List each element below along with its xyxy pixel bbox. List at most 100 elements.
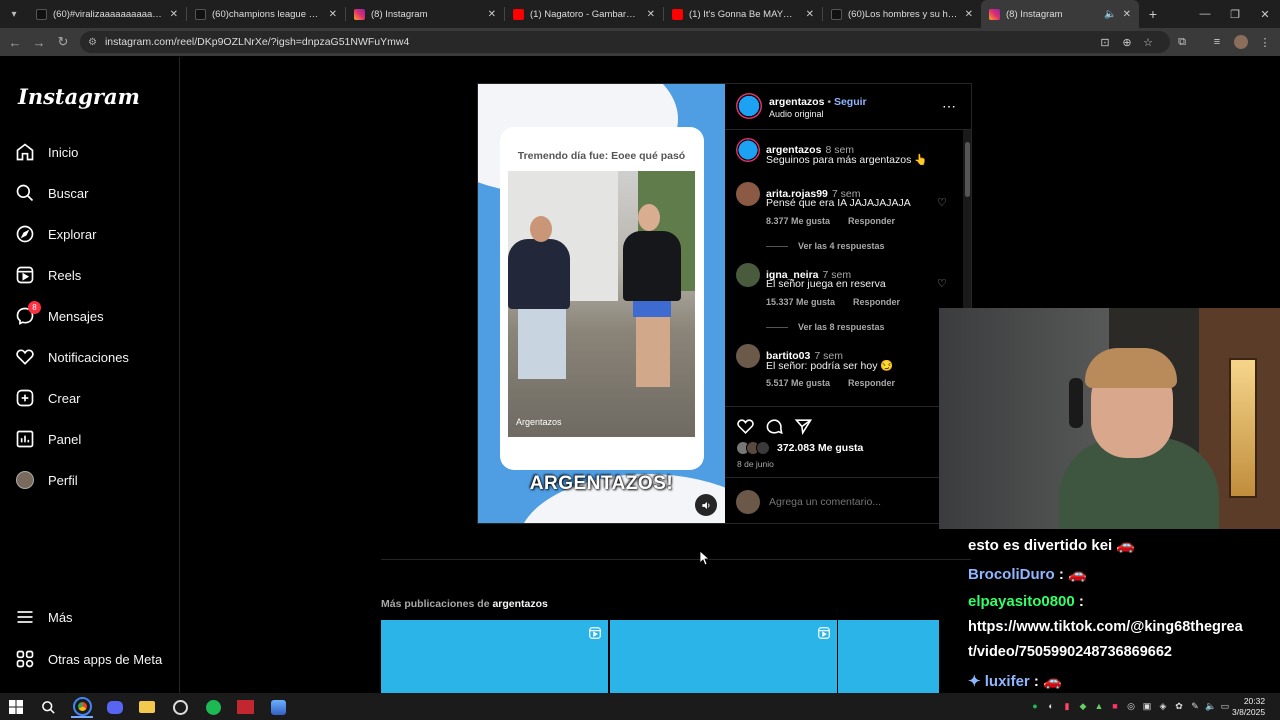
more-post-thumbnail[interactable] xyxy=(381,620,608,693)
sidebar-item-buscar[interactable]: Buscar xyxy=(14,176,174,210)
likers-avatars[interactable] xyxy=(736,441,774,455)
app-taskbar-icon[interactable] xyxy=(267,696,289,718)
media-controls-icon[interactable]: ≡ xyxy=(1208,33,1226,51)
view-replies-button[interactable]: Ver las 4 respuestas xyxy=(766,241,885,251)
reload-icon[interactable]: ↻ xyxy=(51,30,75,54)
profile-avatar[interactable] xyxy=(1232,33,1250,51)
more-post-thumbnail[interactable] xyxy=(838,620,939,693)
browser-tab[interactable]: (60)#viralizaaaaaaaaaaaaaaaaaaaa ✕ xyxy=(28,0,186,28)
sidebar-item-explorar[interactable]: Explorar xyxy=(14,217,174,251)
chrome-taskbar-icon[interactable] xyxy=(71,696,93,718)
tray-icon[interactable]: ✎ xyxy=(1188,699,1202,713)
more-posts-author[interactable]: argentazos xyxy=(492,598,547,610)
author-avatar[interactable] xyxy=(736,138,760,162)
mute-tab-icon[interactable]: 🔈 xyxy=(1104,9,1116,20)
comment-button[interactable] xyxy=(765,417,784,441)
reply-button[interactable]: Responder xyxy=(853,297,900,307)
close-tab-icon[interactable]: ✕ xyxy=(1123,9,1131,20)
tray-icon[interactable]: ▮ xyxy=(1060,699,1074,713)
share-button[interactable] xyxy=(794,417,813,441)
audio-label[interactable]: Audio original xyxy=(769,109,824,119)
browser-tab-active[interactable]: (8) Instagram 🔈 ✕ xyxy=(981,0,1139,28)
video-app-taskbar-icon[interactable] xyxy=(234,696,256,718)
tray-icon[interactable]: ▲ xyxy=(1092,699,1106,713)
sidebar-item-panel[interactable]: Panel xyxy=(14,422,174,456)
browser-tab[interactable]: (8) Instagram ✕ xyxy=(346,0,504,28)
forward-icon[interactable]: → xyxy=(27,30,51,54)
comment-likes[interactable]: 8.377 Me gusta xyxy=(766,216,830,226)
sidebar-item-reels[interactable]: Reels xyxy=(14,258,174,292)
taskbar-search-icon[interactable] xyxy=(37,696,59,718)
close-tab-icon[interactable]: ✕ xyxy=(965,9,973,20)
new-tab-button[interactable]: + xyxy=(1139,6,1167,22)
sidebar-item-crear[interactable]: Crear xyxy=(14,381,174,415)
follow-button[interactable]: Seguir xyxy=(834,96,867,108)
like-comment-icon[interactable]: ♡ xyxy=(937,277,947,290)
commenter-avatar[interactable] xyxy=(736,344,760,368)
windows-start-icon[interactable] xyxy=(5,696,27,718)
sidebar-item-notificaciones[interactable]: Notificaciones xyxy=(14,340,174,374)
chat-text: https://www.tiktok.com/@king68thegrea xyxy=(968,619,1243,635)
spotify-taskbar-icon[interactable] xyxy=(202,696,224,718)
browser-tab[interactable]: (60)champions league versus b ✕ xyxy=(187,0,345,28)
discord-taskbar-icon[interactable] xyxy=(104,696,126,718)
comment-likes[interactable]: 15.337 Me gusta xyxy=(766,297,835,307)
tray-icon[interactable]: ◈ xyxy=(1156,699,1170,713)
spotify-tray-icon[interactable]: ● xyxy=(1028,699,1042,713)
reel-video[interactable]: Tremendo día fue: Eoee qué pasó Argentaz… xyxy=(478,84,725,523)
reply-button[interactable]: Responder xyxy=(848,378,895,388)
sidebar-item-mensajes[interactable]: 8 Mensajes xyxy=(14,299,174,333)
close-window-icon[interactable]: ✕ xyxy=(1250,0,1280,28)
browser-tab[interactable]: (1) Nagatoro - Gambare Gamba ✕ xyxy=(505,0,663,28)
close-tab-icon[interactable]: ✕ xyxy=(488,9,496,20)
chrome-menu-icon[interactable]: ⋮ xyxy=(1256,33,1274,51)
sidebar-item-inicio[interactable]: Inicio xyxy=(14,135,174,169)
close-tab-icon[interactable]: ✕ xyxy=(329,9,337,20)
bookmark-star-icon[interactable]: ☆ xyxy=(1139,33,1157,51)
system-clock[interactable]: 20:32 3/8/2025 xyxy=(1232,696,1265,718)
address-bar[interactable]: ⚙ instagram.com/reel/DKp9OZLNrXe/?igsh=d… xyxy=(80,31,1170,53)
view-replies-button[interactable]: Ver las 8 respuestas xyxy=(766,322,885,332)
instagram-logo[interactable]: Instagram xyxy=(18,84,140,109)
author-avatar[interactable] xyxy=(736,93,762,119)
scrollbar-thumb[interactable] xyxy=(965,142,970,197)
sidebar-item-meta-apps[interactable]: Otras apps de Meta xyxy=(14,642,174,676)
author-username[interactable]: argentazos xyxy=(769,96,824,108)
site-info-icon[interactable]: ⚙ xyxy=(88,37,97,48)
network-tray-icon[interactable]: ▭ xyxy=(1218,699,1232,713)
close-tab-icon[interactable]: ✕ xyxy=(647,9,655,20)
sidebar-item-mas[interactable]: Más xyxy=(14,600,174,634)
more-post-thumbnail[interactable] xyxy=(610,620,837,693)
tab-search-icon[interactable]: ▾ xyxy=(0,0,28,28)
more-options-icon[interactable]: ⋯ xyxy=(942,98,957,115)
file-explorer-taskbar-icon[interactable] xyxy=(136,696,158,718)
close-tab-icon[interactable]: ✕ xyxy=(170,9,178,20)
tray-icon[interactable]: ✿ xyxy=(1172,699,1186,713)
comment-input[interactable] xyxy=(769,494,949,510)
install-app-icon[interactable]: ⊡ xyxy=(1096,33,1114,51)
sidebar-item-perfil[interactable]: Perfil xyxy=(14,463,174,497)
close-tab-icon[interactable]: ✕ xyxy=(806,9,814,20)
like-comment-icon[interactable]: ♡ xyxy=(937,196,947,209)
obs-taskbar-icon[interactable] xyxy=(169,696,191,718)
commenter-avatar[interactable] xyxy=(736,263,760,287)
zoom-icon[interactable]: ⊕ xyxy=(1118,33,1136,51)
back-icon[interactable]: ← xyxy=(3,30,27,54)
discord-tray-icon[interactable]: ◐ xyxy=(1044,699,1058,713)
browser-tab[interactable]: (60)Los hombres y su humor: n ✕ xyxy=(823,0,981,28)
volume-button[interactable] xyxy=(695,494,717,516)
extensions-icon[interactable]: ⧉ xyxy=(1173,33,1191,51)
tray-icon[interactable]: ◆ xyxy=(1076,699,1090,713)
browser-tab[interactable]: (1) It's Gonna Be MAY😱😆 - M ✕ xyxy=(664,0,822,28)
volume-tray-icon[interactable]: 🔈 xyxy=(1204,699,1218,713)
restore-icon[interactable]: ❐ xyxy=(1220,0,1250,28)
reply-button[interactable]: Responder xyxy=(848,216,895,226)
comment-likes[interactable]: 5.517 Me gusta xyxy=(766,378,830,388)
tray-icon[interactable]: ■ xyxy=(1108,699,1122,713)
like-button[interactable] xyxy=(736,417,755,441)
like-count[interactable]: 372.083 Me gusta xyxy=(777,442,863,454)
minimize-icon[interactable]: — xyxy=(1190,0,1220,28)
tray-icon[interactable]: ◎ xyxy=(1124,699,1138,713)
tray-icon[interactable]: ▣ xyxy=(1140,699,1154,713)
commenter-avatar[interactable] xyxy=(736,182,760,206)
